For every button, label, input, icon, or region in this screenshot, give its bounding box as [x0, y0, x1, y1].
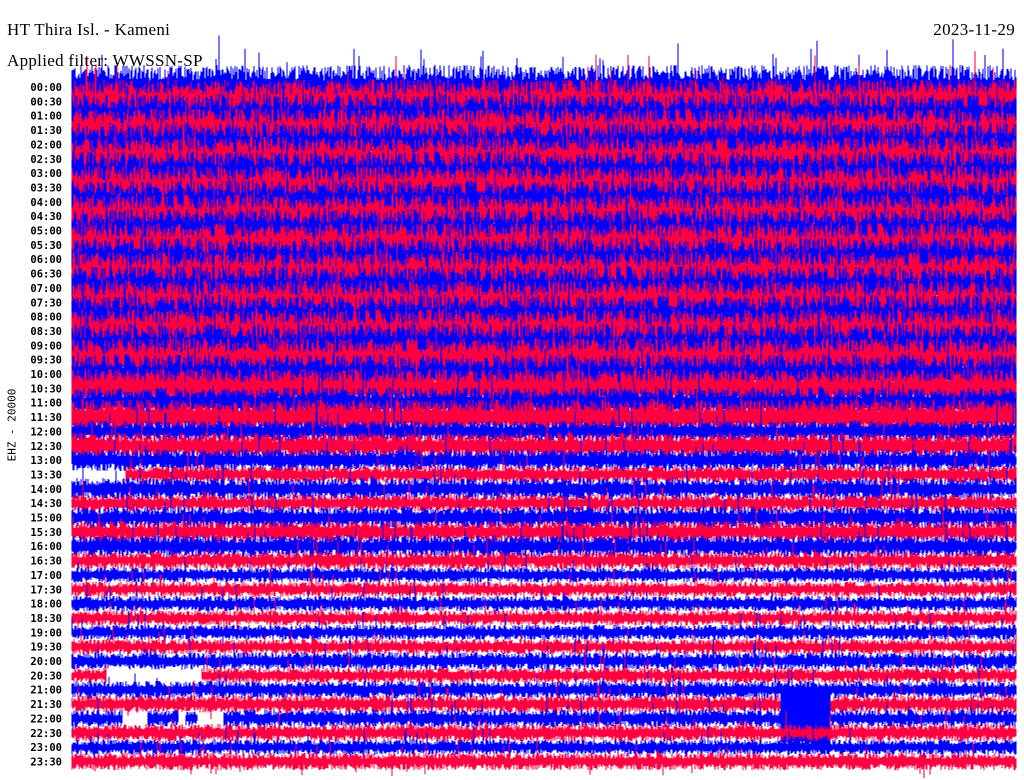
time-label: 10:30 [30, 383, 62, 395]
time-label: 05:30 [30, 240, 62, 252]
time-label: 08:30 [30, 326, 62, 338]
time-label: 06:00 [30, 254, 62, 266]
time-label: 11:00 [30, 398, 62, 410]
filter-label: Applied filter: WWSSN-SP [7, 51, 203, 70]
time-label: 11:30 [30, 412, 62, 424]
time-label: 19:00 [30, 627, 62, 639]
time-label: 17:30 [30, 584, 62, 596]
time-label: 19:30 [30, 642, 62, 654]
time-label: 08:00 [30, 312, 62, 324]
time-label: 13:00 [30, 455, 62, 467]
time-label: 22:30 [30, 728, 62, 740]
time-label: 00:00 [30, 82, 62, 94]
time-label: 14:00 [30, 484, 62, 496]
time-label: 21:30 [30, 699, 62, 711]
time-label: 07:30 [30, 297, 62, 309]
time-label: 09:00 [30, 340, 62, 352]
time-label: 04:00 [30, 197, 62, 209]
time-label: 16:00 [30, 541, 62, 553]
time-label: 07:00 [30, 283, 62, 295]
time-label: 09:30 [30, 355, 62, 367]
time-label: 18:00 [30, 599, 62, 611]
time-label: 06:30 [30, 269, 62, 281]
time-label: 15:00 [30, 513, 62, 525]
time-label: 12:30 [30, 441, 62, 453]
time-label: 17:00 [30, 570, 62, 582]
time-label: 01:00 [30, 111, 62, 123]
time-label: 00:30 [30, 96, 62, 108]
time-label: 02:00 [30, 139, 62, 151]
time-label: 16:30 [30, 556, 62, 568]
time-label: 01:30 [30, 125, 62, 137]
time-label: 03:00 [30, 168, 62, 180]
time-label: 02:30 [30, 154, 62, 166]
time-label: 05:00 [30, 226, 62, 238]
time-label: 21:00 [30, 685, 62, 697]
time-label: 03:30 [30, 182, 62, 194]
time-label: 10:00 [30, 369, 62, 381]
time-label: 20:30 [30, 670, 62, 682]
helicorder-plot: 00:00 00:30 01:00 01:30 02:00 02:30 03:00 03:30… [30, 35, 1017, 779]
time-label: 15:30 [30, 527, 62, 539]
time-label: 18:30 [30, 613, 62, 625]
time-label: 13:30 [30, 469, 62, 481]
time-label: 12:00 [30, 426, 62, 438]
time-label: 20:00 [30, 656, 62, 668]
time-label: 23:00 [30, 742, 62, 754]
time-label: 14:30 [30, 498, 62, 510]
time-label: 23:30 [30, 756, 62, 768]
time-label: 22:00 [30, 713, 62, 725]
time-label: 04:30 [30, 211, 62, 223]
